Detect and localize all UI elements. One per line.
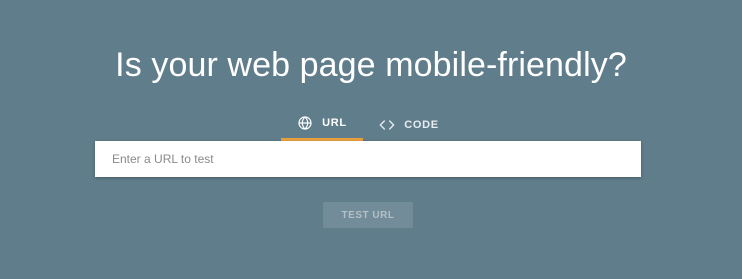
tab-code-label: CODE (404, 118, 439, 131)
page-title: Is your web page mobile-friendly? (115, 46, 627, 84)
input-mode-tabs: URL CODE (281, 110, 455, 141)
test-url-button[interactable]: TEST URL (323, 202, 413, 228)
mobile-friendly-test-page: Is your web page mobile-friendly? URL CO… (0, 0, 742, 279)
globe-icon (297, 115, 313, 131)
tab-url-label: URL (322, 117, 347, 129)
tab-url[interactable]: URL (281, 110, 363, 141)
url-input-container (95, 141, 641, 177)
tab-code[interactable]: CODE (363, 110, 455, 141)
url-input[interactable] (95, 141, 641, 177)
code-brackets-icon (379, 117, 395, 133)
